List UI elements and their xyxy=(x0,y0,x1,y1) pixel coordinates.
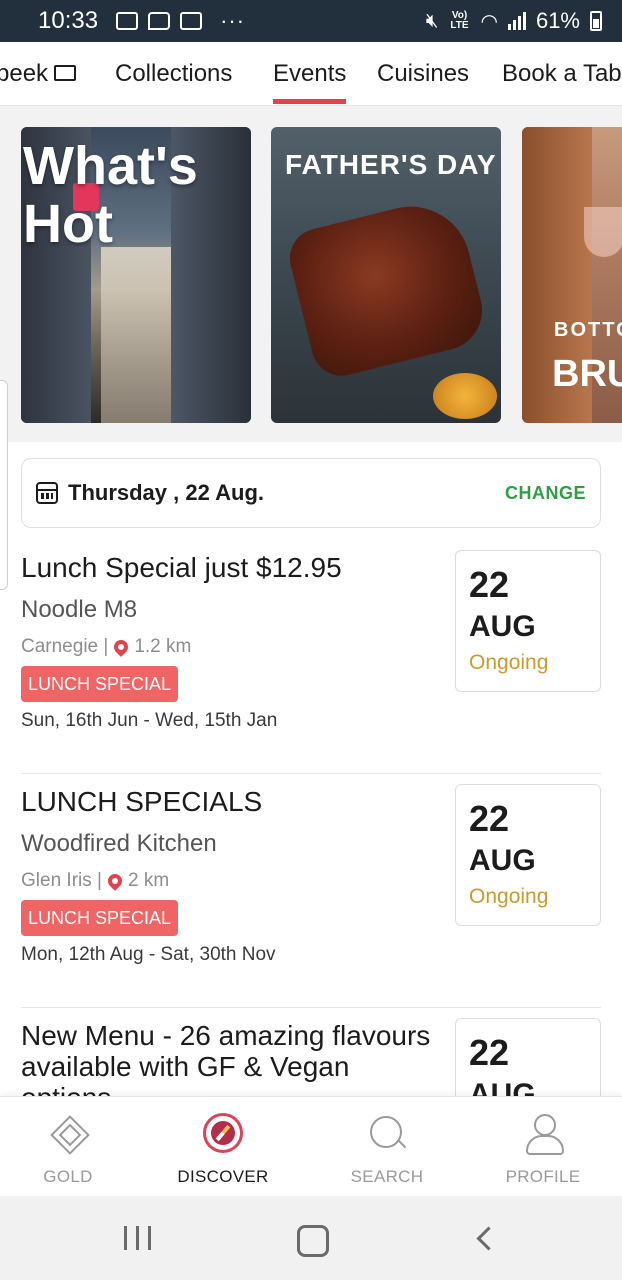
collection-title: BRU xyxy=(552,353,622,395)
event-title: Lunch Special just $12.95 xyxy=(21,552,342,583)
tab-events[interactable]: Events xyxy=(273,42,347,105)
collection-card-whats-hot[interactable]: What's Hot xyxy=(21,127,251,423)
notification-icons: ··· xyxy=(116,10,245,32)
tab-peek[interactable]: peek xyxy=(0,42,77,105)
nav-discover[interactable]: DISCOVER xyxy=(145,1113,301,1187)
profile-icon xyxy=(523,1113,564,1155)
nav-search[interactable]: SEARCH xyxy=(309,1113,465,1187)
signal-icon xyxy=(507,12,526,30)
event-tag: LUNCH SPECIAL xyxy=(21,900,179,936)
event-suburb: Carnegie | xyxy=(21,636,109,657)
event-distance: 2 km xyxy=(127,870,170,891)
collection-subtitle: BOTTO xyxy=(554,319,622,341)
badge-day: 22 xyxy=(469,564,510,605)
event-dates: Mon, 12th Aug - Sat, 30th Nov xyxy=(21,944,276,965)
image-icon xyxy=(180,12,203,30)
events-list: Lunch Special just $12.95 Noodle M8 Carn… xyxy=(0,540,622,1096)
event-location: Carnegie | 1.2 km xyxy=(21,636,191,658)
badge-status: Ongoing xyxy=(469,651,549,674)
badge-status: Ongoing xyxy=(469,885,549,908)
video-camera-icon xyxy=(54,64,77,81)
collection-card-brunch[interactable]: BOTTO BRU xyxy=(522,127,622,423)
battery-percent: 61% xyxy=(535,8,580,33)
event-title: LUNCH SPECIALS xyxy=(21,786,263,817)
selected-date: Thursday , 22 Aug. xyxy=(68,480,265,505)
event-date-badge: 22 AUG Ongoing xyxy=(455,784,601,926)
nav-label: SEARCH xyxy=(350,1167,424,1186)
system-nav-bar xyxy=(0,1196,622,1280)
status-bar: 10:33 ··· 🔇︎ Vo) LTE ◠ 61% xyxy=(0,0,622,42)
location-pin-icon xyxy=(105,871,125,891)
event-item[interactable]: LUNCH SPECIALS Woodfired Kitchen Glen Ir… xyxy=(0,774,622,1008)
nav-label: GOLD xyxy=(43,1167,93,1186)
collections-carousel[interactable]: What's Hot FATHER'S DAY BOTTO BRU xyxy=(0,106,622,442)
location-pin-icon xyxy=(111,637,132,657)
back-icon[interactable] xyxy=(474,1218,494,1258)
status-time: 10:33 xyxy=(38,7,99,34)
event-tag: LUNCH SPECIAL xyxy=(21,666,179,702)
bottom-nav: GOLD DISCOVER SEARCH PROFILE xyxy=(0,1096,622,1196)
collection-title: What's Hot xyxy=(23,136,198,254)
badge-month: AUG xyxy=(469,844,536,877)
collection-card-fathers-day[interactable]: FATHER'S DAY xyxy=(271,127,501,423)
tab-book-a-table[interactable]: Book a Tab xyxy=(502,42,622,105)
tab-cuisines[interactable]: Cuisines xyxy=(377,42,469,105)
event-suburb: Glen Iris | xyxy=(21,870,102,891)
event-dates: Sun, 16th Jun - Wed, 15th Jan xyxy=(21,710,278,731)
badge-day: 22 xyxy=(469,1032,510,1073)
recents-icon[interactable] xyxy=(124,1218,152,1258)
volte-icon: Vo) LTE xyxy=(450,10,469,31)
wifi-icon: ◠ xyxy=(480,10,498,33)
category-tabs: peek Collections Events Cuisines Book a … xyxy=(0,42,622,106)
badge-month: AUG xyxy=(469,1078,536,1096)
event-venue: Woodfired Kitchen xyxy=(21,830,217,857)
battery-icon xyxy=(590,11,602,31)
event-date-badge: 22 AUG Ongoing xyxy=(455,550,601,692)
event-distance: 1.2 km xyxy=(134,636,192,657)
date-selector[interactable]: Thursday , 22 Aug. CHANGE xyxy=(21,458,601,528)
chat-icon xyxy=(148,12,171,30)
outlook-icon xyxy=(116,12,139,30)
event-item[interactable]: Lunch Special just $12.95 Noodle M8 Carn… xyxy=(0,540,622,774)
badge-month: AUG xyxy=(469,610,536,643)
more-notifications-icon: ··· xyxy=(220,8,246,33)
event-location: Glen Iris | 2 km xyxy=(21,870,169,892)
gold-icon xyxy=(48,1113,88,1153)
system-icons: 🔇︎ Vo) LTE ◠ 61% xyxy=(426,8,602,34)
calendar-icon xyxy=(36,482,58,504)
collection-title: FATHER'S DAY xyxy=(285,149,497,180)
nav-label: PROFILE xyxy=(505,1167,581,1186)
event-title: New Menu - 26 amazing flavours available… xyxy=(21,1020,431,1096)
tab-collections[interactable]: Collections xyxy=(115,42,232,105)
ribs-image xyxy=(283,193,491,383)
nav-gold[interactable]: GOLD xyxy=(0,1113,146,1187)
badge-day: 22 xyxy=(469,798,510,839)
change-date-button[interactable]: CHANGE xyxy=(505,483,586,504)
nav-profile[interactable]: PROFILE xyxy=(465,1113,621,1187)
mute-icon: 🔇︎ xyxy=(425,9,439,32)
nav-label: DISCOVER xyxy=(177,1167,269,1186)
search-icon xyxy=(367,1113,407,1153)
event-item[interactable]: New Menu - 26 amazing flavours available… xyxy=(0,1008,622,1096)
compass-icon xyxy=(203,1113,243,1153)
event-date-badge: 22 AUG xyxy=(455,1018,601,1096)
home-icon[interactable] xyxy=(297,1218,329,1258)
event-venue: Noodle M8 xyxy=(21,596,138,623)
